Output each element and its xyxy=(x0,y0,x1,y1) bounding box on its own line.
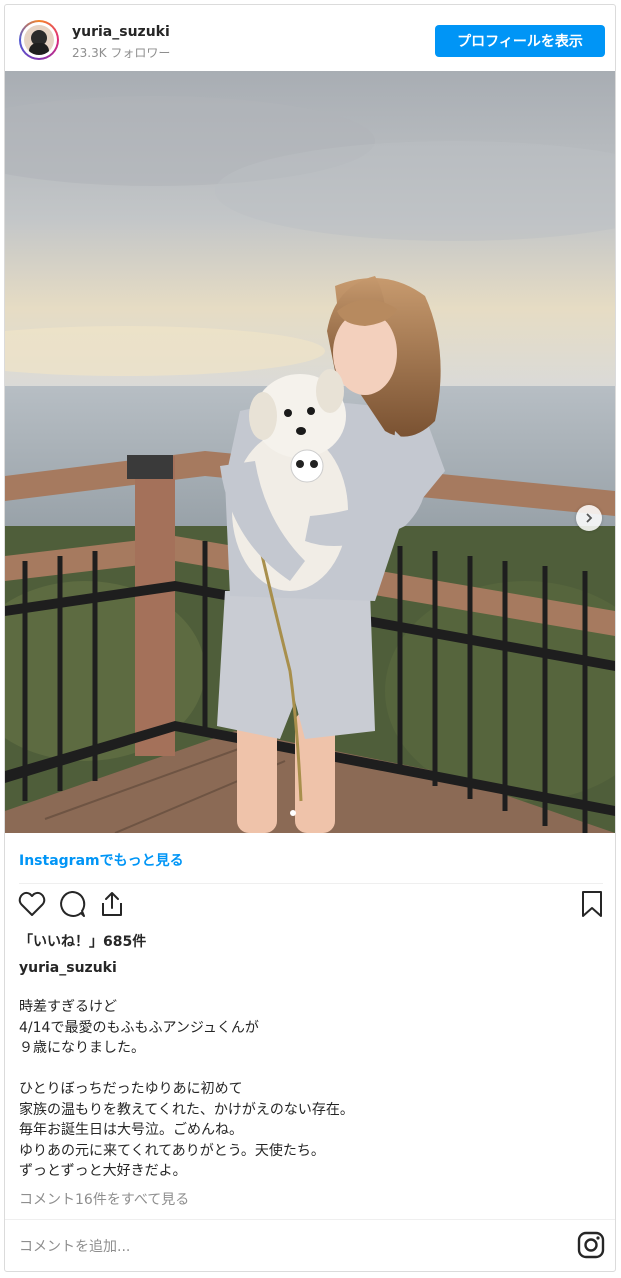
comment-icon[interactable] xyxy=(57,889,87,919)
follower-count: 23.3K フォロワー xyxy=(72,46,171,60)
avatar[interactable] xyxy=(19,20,59,60)
instagram-icon[interactable] xyxy=(577,1231,605,1259)
share-icon[interactable] xyxy=(97,889,127,919)
carousel-dot-active xyxy=(290,810,296,816)
caption-line: 4/14で最愛のもふもふアンジュくんが xyxy=(19,1019,259,1036)
add-comment-input[interactable]: コメントを追加... xyxy=(19,1236,130,1256)
view-more-on-instagram-link[interactable]: Instagramでもっと見る xyxy=(19,850,184,870)
post-photo[interactable] xyxy=(5,71,615,833)
caption-line xyxy=(19,1059,354,1080)
view-profile-button[interactable]: プロフィールを表示 xyxy=(435,25,605,57)
caption-text: 時差すぎるけど 4/14で最愛のもふもふアンジュくんが ９歳になりました。 ひと… xyxy=(19,997,354,1182)
caption-username[interactable]: yuria_suzuki xyxy=(19,960,117,976)
caption-line: ゆりあの元に来てくれてありがとう。天使たち。 xyxy=(19,1142,325,1159)
divider xyxy=(5,1219,615,1220)
caption-line: 時差すぎるけど xyxy=(19,999,117,1015)
caption-line: ずっとずっと大好きだよ。 xyxy=(19,1163,187,1179)
caption-line: ９歳になりました。 xyxy=(19,1040,145,1056)
bookmark-icon[interactable] xyxy=(577,889,607,919)
chevron-right-icon xyxy=(586,513,593,523)
instagram-embed-card: yuria_suzuki 23.3K フォロワー プロフィールを表示 Insta… xyxy=(4,4,616,1272)
next-photo-button[interactable] xyxy=(576,505,602,531)
header-username[interactable]: yuria_suzuki xyxy=(72,24,170,40)
like-count[interactable]: 「いいね！」685件 xyxy=(19,931,146,951)
caption-line: ひとりぼっちだったゆりあに初めて xyxy=(19,1081,243,1097)
post-header: yuria_suzuki 23.3K フォロワー プロフィールを表示 xyxy=(5,5,615,71)
caption-line: 家族の温もりを教えてくれた、かけがえのない存在。 xyxy=(19,1101,354,1118)
post-image xyxy=(5,71,615,833)
view-all-comments-link[interactable]: コメント16件をすべて見る xyxy=(19,1189,189,1209)
heart-icon[interactable] xyxy=(17,889,47,919)
caption-line: 毎年お誕生日は大号泣。ごめんね。 xyxy=(19,1122,243,1138)
divider xyxy=(19,883,603,884)
action-bar xyxy=(5,889,615,929)
